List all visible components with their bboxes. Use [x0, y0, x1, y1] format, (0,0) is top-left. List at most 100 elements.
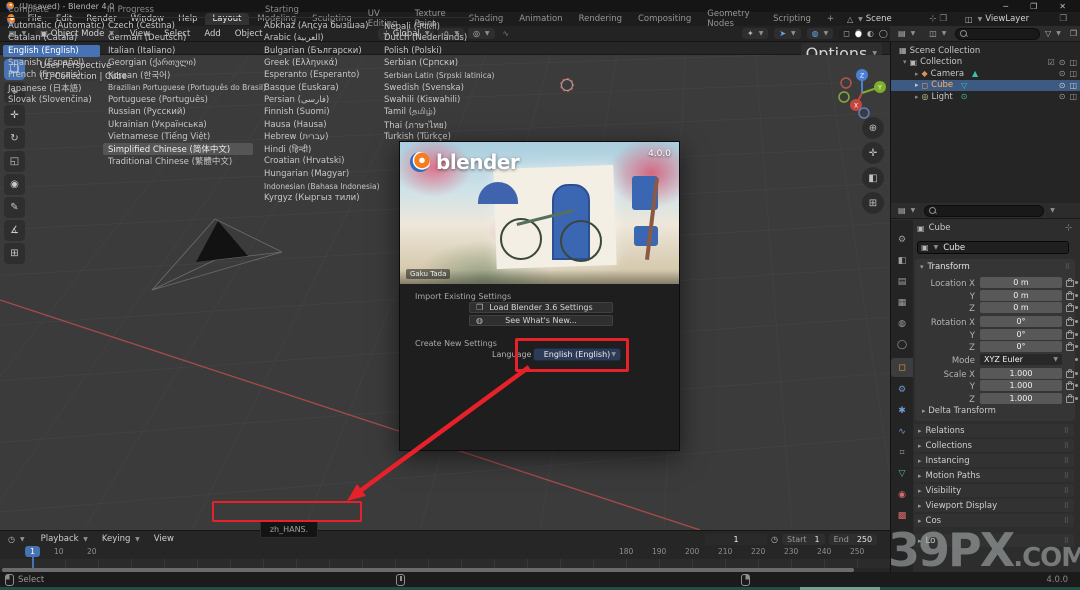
tab-tool[interactable]: ⚙ [891, 230, 913, 249]
collection-checkbox[interactable]: ☑ [1048, 58, 1055, 67]
properties-search-input[interactable] [924, 205, 1044, 217]
lock-icon[interactable] [1066, 305, 1074, 312]
maximize-button[interactable]: ❐ [1030, 2, 1037, 11]
render-camera-icon[interactable]: ◫ [1069, 69, 1077, 78]
pan-hand-icon[interactable]: ✛ [862, 142, 884, 164]
section-relations[interactable]: ▸Relations⠿ [914, 424, 1074, 437]
section-last[interactable]: ▸Lo⠿ [914, 534, 1074, 547]
language-option[interactable]: Dutch (Nederlands) [379, 32, 493, 44]
section-delta-transform[interactable]: ▸ Delta Transform [922, 406, 996, 416]
language-option[interactable]: Bulgarian (Български) [259, 45, 379, 57]
shading-solid-icon[interactable]: ● [855, 29, 862, 38]
tool-annotate[interactable]: ✎ [4, 197, 25, 218]
location-y-field[interactable]: 0 m [980, 290, 1062, 301]
language-option[interactable]: Spanish (Español) [3, 57, 100, 69]
transform-panel-header[interactable]: ▾ Transform ⠿ [915, 259, 1075, 274]
scale-z-field[interactable]: 1.000 [980, 393, 1062, 404]
tab-particles[interactable]: ✱ [891, 401, 913, 420]
language-option[interactable]: Hungarian (Magyar) [259, 168, 379, 180]
orthographic-icon[interactable]: ⊞ [862, 192, 884, 214]
zoom-icon[interactable]: ⊕ [862, 117, 884, 139]
navigation-gizmo[interactable]: Z Y X [834, 65, 890, 121]
hide-eye-icon[interactable]: ⊙ [1059, 92, 1066, 101]
language-option[interactable]: Japanese (日本語) [3, 81, 100, 93]
tab-world[interactable]: ◯ [891, 335, 913, 354]
language-option[interactable]: Arabic (العربية) [259, 32, 379, 44]
breadcrumb-pin-icon[interactable]: ⊹ [1065, 223, 1072, 233]
tab-view-layer[interactable]: ▦ [891, 293, 913, 312]
language-option[interactable]: Tamil (தமிழ்) [379, 106, 493, 118]
end-frame-field[interactable]: End 250 [829, 534, 877, 545]
lock-icon[interactable] [1066, 280, 1074, 287]
language-option[interactable]: Swahili (Kiswahili) [379, 94, 493, 106]
outliner-filter-dropdown[interactable]: ▽▼ [1040, 28, 1066, 39]
render-camera-icon[interactable]: ◫ [1069, 58, 1077, 67]
outliner-camera[interactable]: ▸ ◆ Camera ▲ ⊙ ◫ [891, 68, 1080, 80]
animate-dot[interactable] [1075, 345, 1078, 348]
hide-eye-icon[interactable]: ⊙ [1059, 81, 1066, 90]
tab-render[interactable]: ◧ [891, 251, 913, 270]
outliner-collection[interactable]: ▾ ▣ Collection ☑ ⊙ ◫ [891, 57, 1080, 69]
tab-modifiers[interactable]: ⚙ [891, 380, 913, 399]
timeline-ruler[interactable]: 10 20 180 190 200 210 220 230 240 250 [0, 547, 890, 559]
language-option[interactable]: Hindi (हिन्दी) [259, 143, 379, 155]
timeline-menu-view[interactable]: View [147, 534, 181, 544]
section-viewport-display[interactable]: ▸Viewport Display⠿ [914, 499, 1074, 512]
animate-dot[interactable] [1075, 281, 1078, 284]
lock-icon[interactable] [1066, 344, 1074, 351]
animate-dot[interactable] [1075, 372, 1078, 375]
language-option[interactable]: Ukrainian (Українська) [103, 118, 253, 130]
load-settings-button[interactable]: ❐ Load Blender 3.6 Settings [469, 302, 613, 313]
outliner-mode-dropdown[interactable]: ◫▼ [924, 28, 951, 39]
language-option[interactable]: Catalan (Català) [3, 32, 100, 44]
location-x-field[interactable]: 0 m [980, 277, 1062, 288]
tool-scale[interactable]: ◱ [4, 151, 25, 172]
lock-icon[interactable] [1066, 332, 1074, 339]
language-option[interactable]: Italian (Italiano) [103, 45, 253, 57]
language-option[interactable]: Vietnamese (Tiếng Việt) [103, 131, 253, 143]
hide-eye-icon[interactable]: ⊙ [1059, 58, 1066, 67]
language-option[interactable]: Serbian Latin (Srpski latinica) [379, 69, 493, 81]
language-option[interactable]: Basque (Euskara) [259, 81, 379, 93]
rotation-x-field[interactable]: 0° [980, 316, 1062, 327]
animate-dot[interactable] [1075, 397, 1078, 400]
object-visibility-dropdown[interactable]: ✦▼ [742, 28, 768, 39]
animate-dot[interactable] [1075, 320, 1078, 323]
start-frame-field[interactable]: Start 1 [782, 534, 825, 545]
language-option[interactable]: French (Français) [3, 69, 100, 81]
language-option[interactable]: Greek (Ελληνικά) [259, 57, 379, 69]
language-option[interactable]: Slovak (Slovenčina) [3, 94, 100, 106]
scale-x-field[interactable]: 1.000 [980, 368, 1062, 379]
language-option[interactable]: Polish (Polski) [379, 45, 493, 57]
minimize-button[interactable]: ─ [1003, 2, 1008, 11]
tab-scene[interactable]: ◍ [891, 314, 913, 333]
current-frame-field[interactable]: 1 [705, 534, 767, 545]
stopwatch-icon[interactable]: ◷ [771, 535, 778, 544]
language-option[interactable]: Traditional Chinese (繁體中文) [103, 155, 253, 167]
location-z-field[interactable]: 0 m [980, 302, 1062, 313]
language-option-selected[interactable]: English (English) [3, 45, 100, 57]
scale-y-field[interactable]: 1.000 [980, 380, 1062, 391]
language-option[interactable]: Brazilian Portuguese (Português do Brasi… [103, 81, 253, 93]
lock-icon[interactable] [1066, 319, 1074, 326]
language-option[interactable]: Abkhaz (Аԥсуа бызшәа) [259, 20, 379, 32]
outliner-new-collection-icon[interactable]: ❐ [1070, 29, 1077, 38]
lock-icon[interactable] [1066, 396, 1074, 403]
language-option-simplified-chinese[interactable]: Simplified Chinese (简体中文) [103, 143, 253, 155]
lock-icon[interactable] [1066, 371, 1074, 378]
rotation-z-field[interactable]: 0° [980, 341, 1062, 352]
tab-object[interactable]: ◻ [891, 358, 913, 377]
copy-scene-icon[interactable]: ❐ [939, 14, 947, 24]
language-option[interactable]: Thai (ภาษาไทย) [379, 118, 493, 130]
language-option[interactable]: Persian (فارسی) [259, 94, 379, 106]
keyframe-strip[interactable] [0, 559, 890, 568]
hide-eye-icon[interactable]: ⊙ [1059, 69, 1066, 78]
properties-filter-dropdown[interactable]: ▼ [1050, 207, 1055, 214]
language-option[interactable]: Indonesian (Bahasa Indonesia) [259, 180, 379, 192]
language-option[interactable]: Nepali (नेपाली) [379, 20, 493, 32]
language-option[interactable]: Russian (Русский) [103, 106, 253, 118]
language-option[interactable]: German (Deutsch) [103, 32, 253, 44]
language-option[interactable]: Hebrew (עברית) [259, 131, 379, 143]
show-gizmo-dropdown[interactable]: ➤▼ [774, 28, 800, 39]
language-option[interactable]: Georgian (ქართული) [103, 57, 253, 69]
